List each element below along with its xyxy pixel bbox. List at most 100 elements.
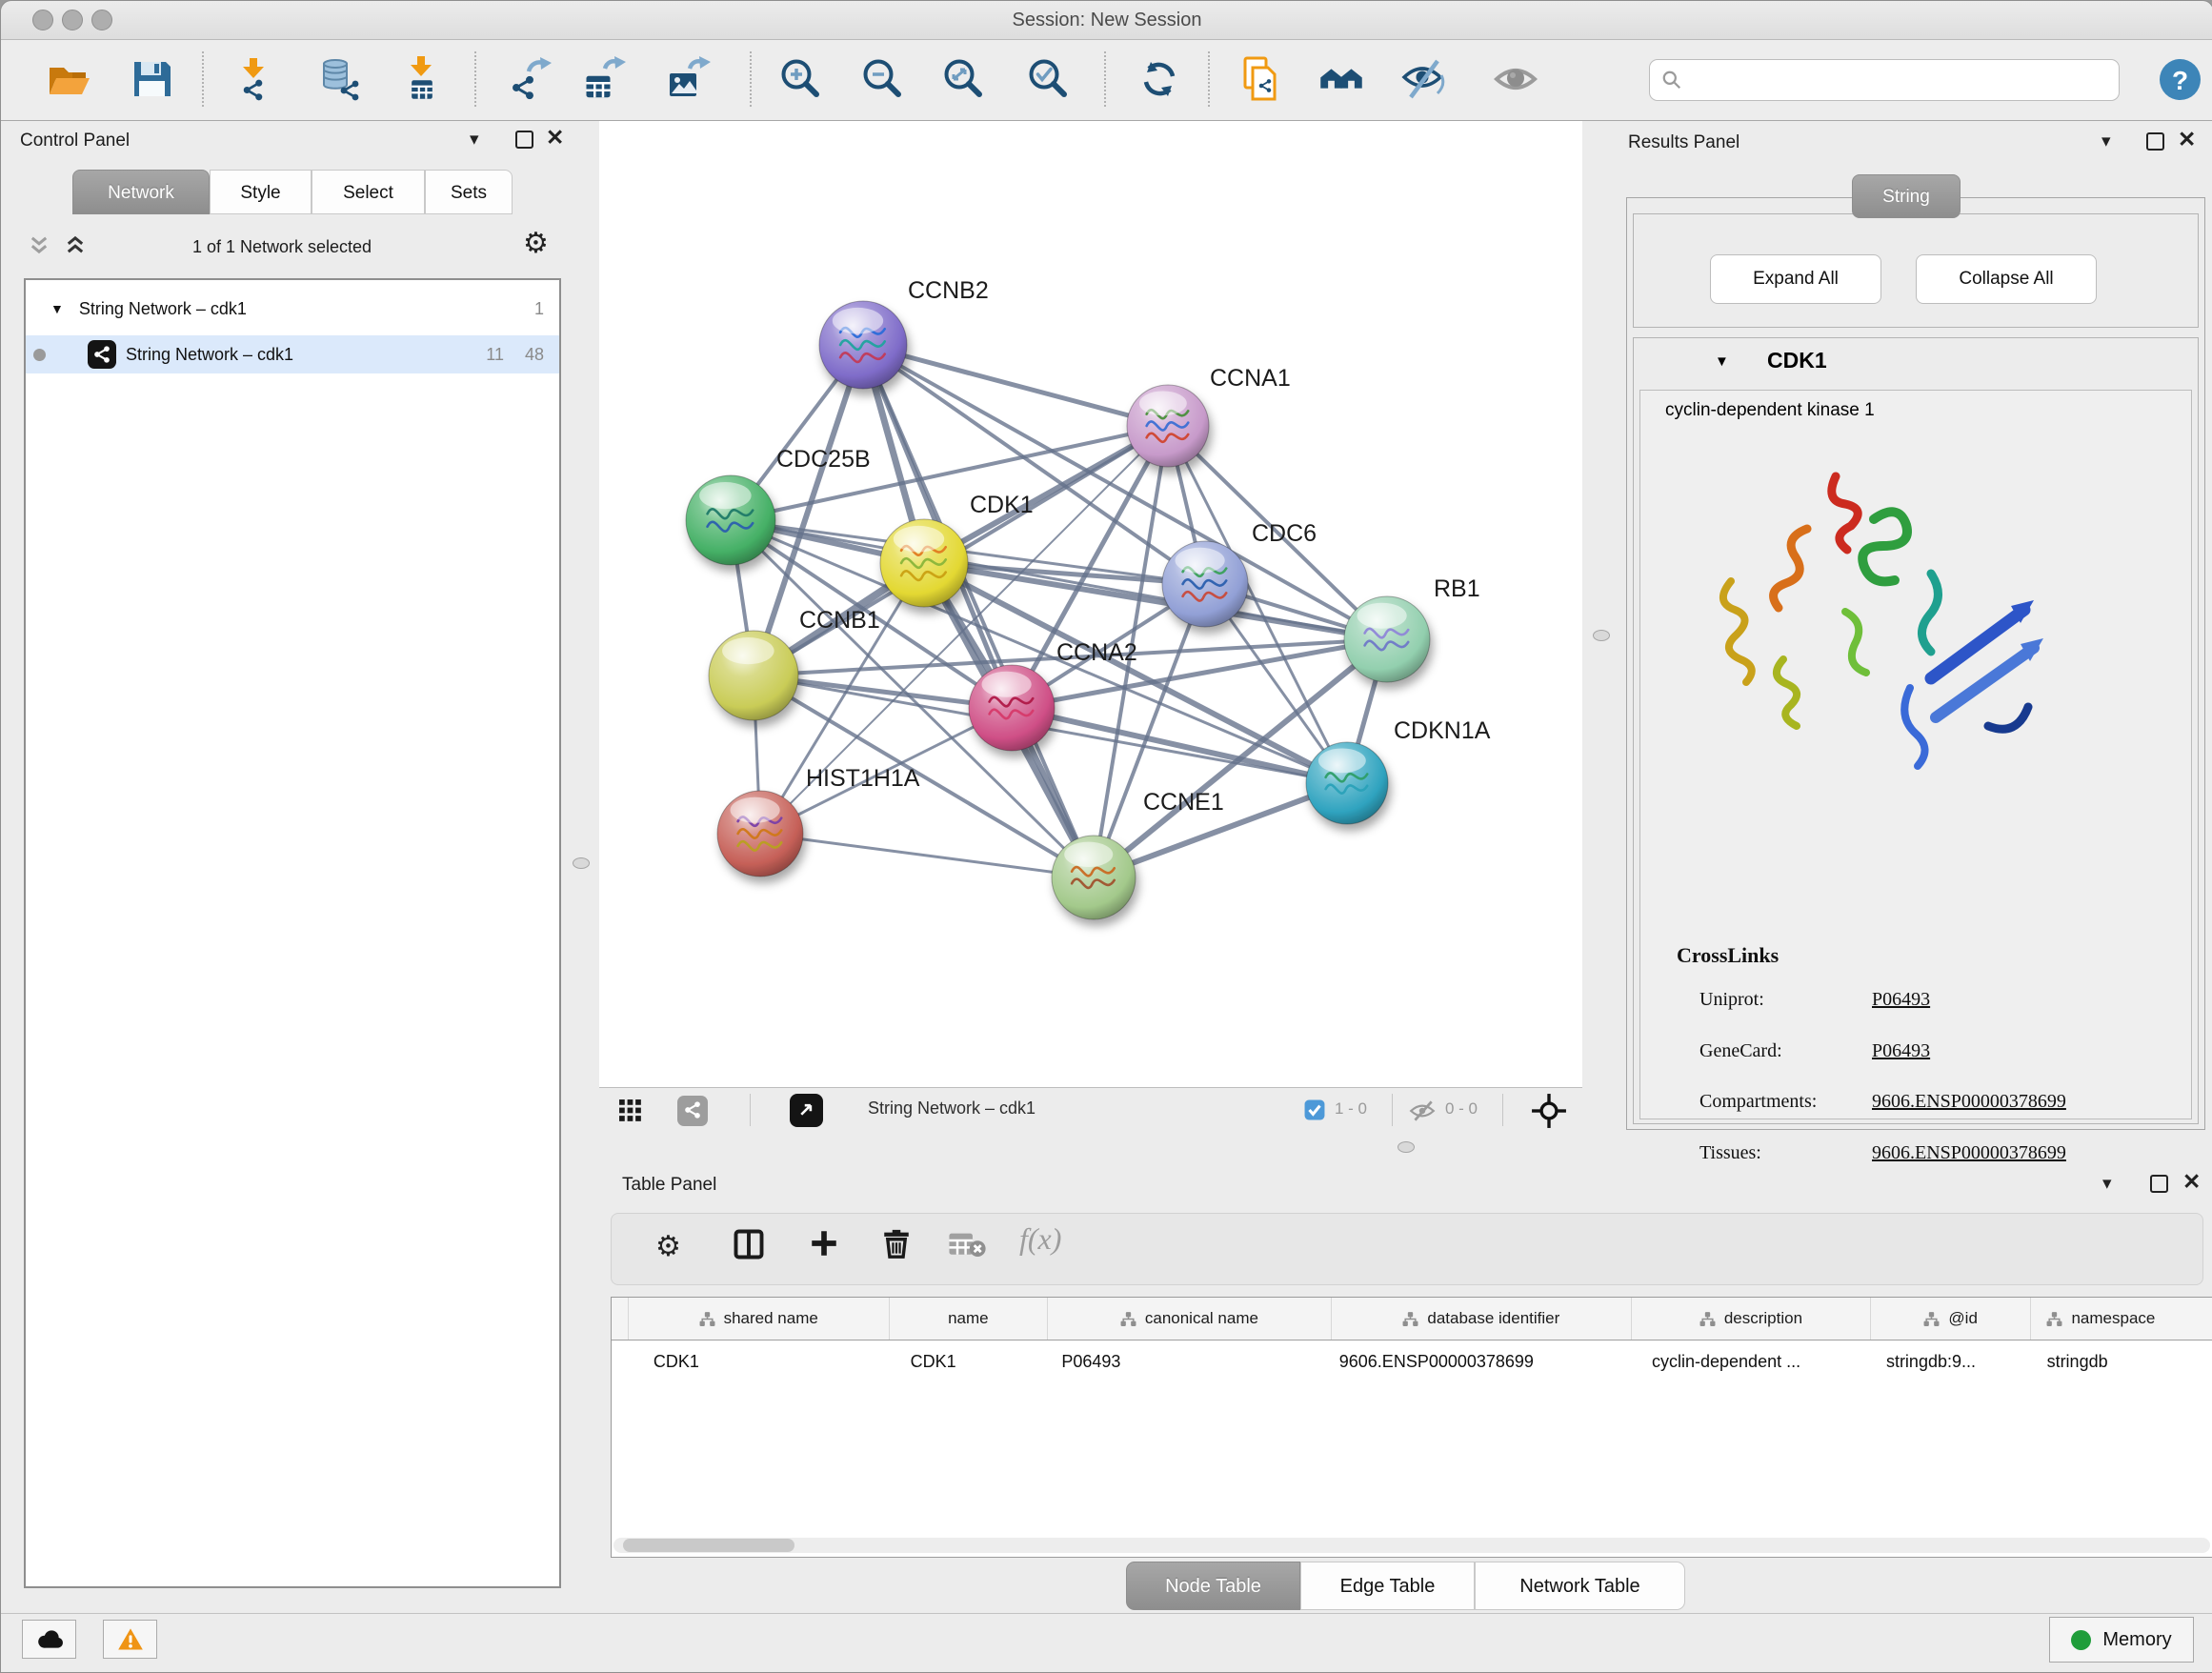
- collection-expander-icon[interactable]: ▼: [50, 301, 64, 316]
- selected-count: 1 - 0: [1335, 1099, 1367, 1119]
- minimize-window-light[interactable]: [62, 10, 83, 30]
- grid-view-icon[interactable]: [618, 1099, 642, 1125]
- function-builder-icon[interactable]: f(x): [1019, 1221, 1061, 1257]
- toolbar-separator: [750, 51, 752, 107]
- column-database-identifier[interactable]: database identifier: [1332, 1298, 1632, 1340]
- network-share-view-icon[interactable]: [677, 1096, 708, 1126]
- scrollbar-thumb[interactable]: [623, 1539, 794, 1552]
- tab-node-table[interactable]: Node Table: [1126, 1562, 1300, 1610]
- column-id[interactable]: @id: [1871, 1298, 2032, 1340]
- crosslink-label: GeneCard:: [1699, 1040, 1782, 1062]
- app-store-cloud-button[interactable]: [22, 1620, 76, 1659]
- zoom-fit-button[interactable]: [940, 56, 986, 102]
- crosslink-uniprot-link[interactable]: P06493: [1872, 989, 1930, 1011]
- control-panel-float-button[interactable]: [515, 131, 533, 153]
- cell-namespace[interactable]: stringdb: [2032, 1352, 2212, 1372]
- node-label: CCNA2: [1056, 639, 1137, 666]
- table-panel-float-button[interactable]: [2150, 1175, 2168, 1198]
- cell-name[interactable]: CDK1: [890, 1352, 1049, 1372]
- gene-expander-icon[interactable]: ▼: [1715, 353, 1729, 370]
- selected-checkbox-icon[interactable]: [1304, 1099, 1325, 1125]
- hidden-count: 0 - 0: [1445, 1099, 1478, 1119]
- import-table-button[interactable]: [398, 56, 444, 102]
- warnings-button[interactable]: [103, 1620, 157, 1659]
- left-splitter-grip[interactable]: [573, 857, 590, 869]
- tab-select[interactable]: Select: [312, 170, 425, 214]
- table-panel-title: Table Panel: [622, 1175, 716, 1196]
- zoom-out-button[interactable]: [859, 56, 905, 102]
- maximize-window-light[interactable]: [91, 10, 112, 30]
- right-splitter[interactable]: [1582, 121, 1620, 1133]
- bottom-splitter-grip[interactable]: [1398, 1141, 1415, 1153]
- control-panel-menu-button[interactable]: ▾: [470, 131, 479, 150]
- crosslinks-heading: CrossLinks: [1677, 943, 1779, 968]
- tab-network-table[interactable]: Network Table: [1475, 1562, 1685, 1610]
- cell-shared-name[interactable]: CDK1: [629, 1352, 890, 1372]
- network-edge: [731, 520, 1205, 584]
- table-row[interactable]: CDK1 CDK1 P06493 9606.ENSP00000378699 cy…: [612, 1340, 2212, 1382]
- cell-description[interactable]: cyclin-dependent ...: [1632, 1352, 1871, 1372]
- column-name[interactable]: name: [890, 1298, 1049, 1340]
- tab-network[interactable]: Network: [72, 170, 210, 214]
- network-collection-row[interactable]: ▼ String Network – cdk1 1: [26, 290, 559, 328]
- network-canvas[interactable]: CCNB2CCNA1CDC25BCDK1CDC6RB1CCNB1CCNA2CDK…: [599, 121, 1582, 1133]
- column-namespace[interactable]: namespace: [2031, 1298, 2212, 1340]
- save-session-button[interactable]: [129, 56, 174, 102]
- left-splitter[interactable]: [563, 121, 599, 1613]
- table-horizontal-scrollbar[interactable]: [613, 1538, 2210, 1553]
- zoom-in-button[interactable]: [777, 56, 823, 102]
- export-image-button[interactable]: [666, 56, 712, 102]
- tab-sets[interactable]: Sets: [425, 170, 513, 214]
- cell-canonical-name[interactable]: P06493: [1048, 1352, 1331, 1372]
- results-panel-menu-button[interactable]: ▾: [2101, 132, 2111, 151]
- collection-label: String Network – cdk1: [79, 299, 247, 319]
- zoom-selected-button[interactable]: [1025, 56, 1071, 102]
- export-table-button[interactable]: [581, 56, 627, 102]
- network-row-selected[interactable]: String Network – cdk1 11 48: [26, 335, 559, 373]
- network-options-gear-icon[interactable]: ⚙: [523, 230, 549, 258]
- annotation-mode-icon[interactable]: [790, 1094, 823, 1127]
- crosslink-genecard-link[interactable]: P06493: [1872, 1040, 1930, 1062]
- results-panel-close-button[interactable]: ✕: [2178, 130, 2196, 149]
- table-panel-menu-button[interactable]: ▾: [2102, 1175, 2112, 1194]
- results-panel-float-button[interactable]: [2146, 132, 2164, 155]
- expand-all-button[interactable]: Expand All: [1710, 254, 1881, 304]
- table-options-gear-icon[interactable]: ⚙: [655, 1233, 681, 1261]
- tab-string[interactable]: String: [1852, 174, 1961, 218]
- show-all-button[interactable]: [1493, 56, 1538, 102]
- clone-network-button[interactable]: [1238, 56, 1284, 102]
- column-canonical-name[interactable]: canonical name: [1048, 1298, 1332, 1340]
- network-edge: [863, 345, 1168, 426]
- first-neighbors-button[interactable]: [1318, 56, 1364, 102]
- delete-column-icon[interactable]: [880, 1227, 913, 1262]
- cell-id[interactable]: stringdb:9...: [1871, 1352, 2032, 1372]
- crosslink-compartments-link[interactable]: 9606.ENSP00000378699: [1872, 1091, 2066, 1113]
- birdseye-view-icon[interactable]: [1531, 1093, 1567, 1132]
- column-description[interactable]: description: [1632, 1298, 1871, 1340]
- cell-database-identifier[interactable]: 9606.ENSP00000378699: [1332, 1352, 1632, 1372]
- node-gloss: [1318, 748, 1366, 773]
- right-splitter-grip[interactable]: [1593, 630, 1610, 641]
- column-shared-name[interactable]: shared name: [629, 1298, 890, 1340]
- control-panel-close-button[interactable]: ✕: [546, 128, 564, 147]
- help-button[interactable]: ?: [2160, 59, 2201, 100]
- network-edge: [731, 426, 1168, 520]
- collapse-all-button[interactable]: Collapse All: [1916, 254, 2097, 304]
- add-column-icon[interactable]: [808, 1227, 840, 1262]
- search-input[interactable]: [1692, 70, 2109, 91]
- open-session-button[interactable]: [46, 56, 91, 102]
- import-network-button[interactable]: [231, 56, 276, 102]
- delete-table-icon[interactable]: [947, 1227, 987, 1262]
- close-window-light[interactable]: [32, 10, 53, 30]
- table-panel-close-button[interactable]: ✕: [2182, 1172, 2201, 1191]
- show-columns-icon[interactable]: [732, 1227, 766, 1264]
- export-network-button[interactable]: [508, 56, 553, 102]
- node-gloss: [1139, 391, 1187, 415]
- refresh-button[interactable]: [1136, 56, 1182, 102]
- network-column-icon: [2046, 1311, 2062, 1327]
- hide-selected-button[interactable]: [1399, 56, 1445, 102]
- tab-edge-table[interactable]: Edge Table: [1300, 1562, 1475, 1610]
- memory-button[interactable]: Memory: [2049, 1617, 2194, 1663]
- tab-style[interactable]: Style: [210, 170, 312, 214]
- import-database-button[interactable]: [316, 56, 362, 102]
